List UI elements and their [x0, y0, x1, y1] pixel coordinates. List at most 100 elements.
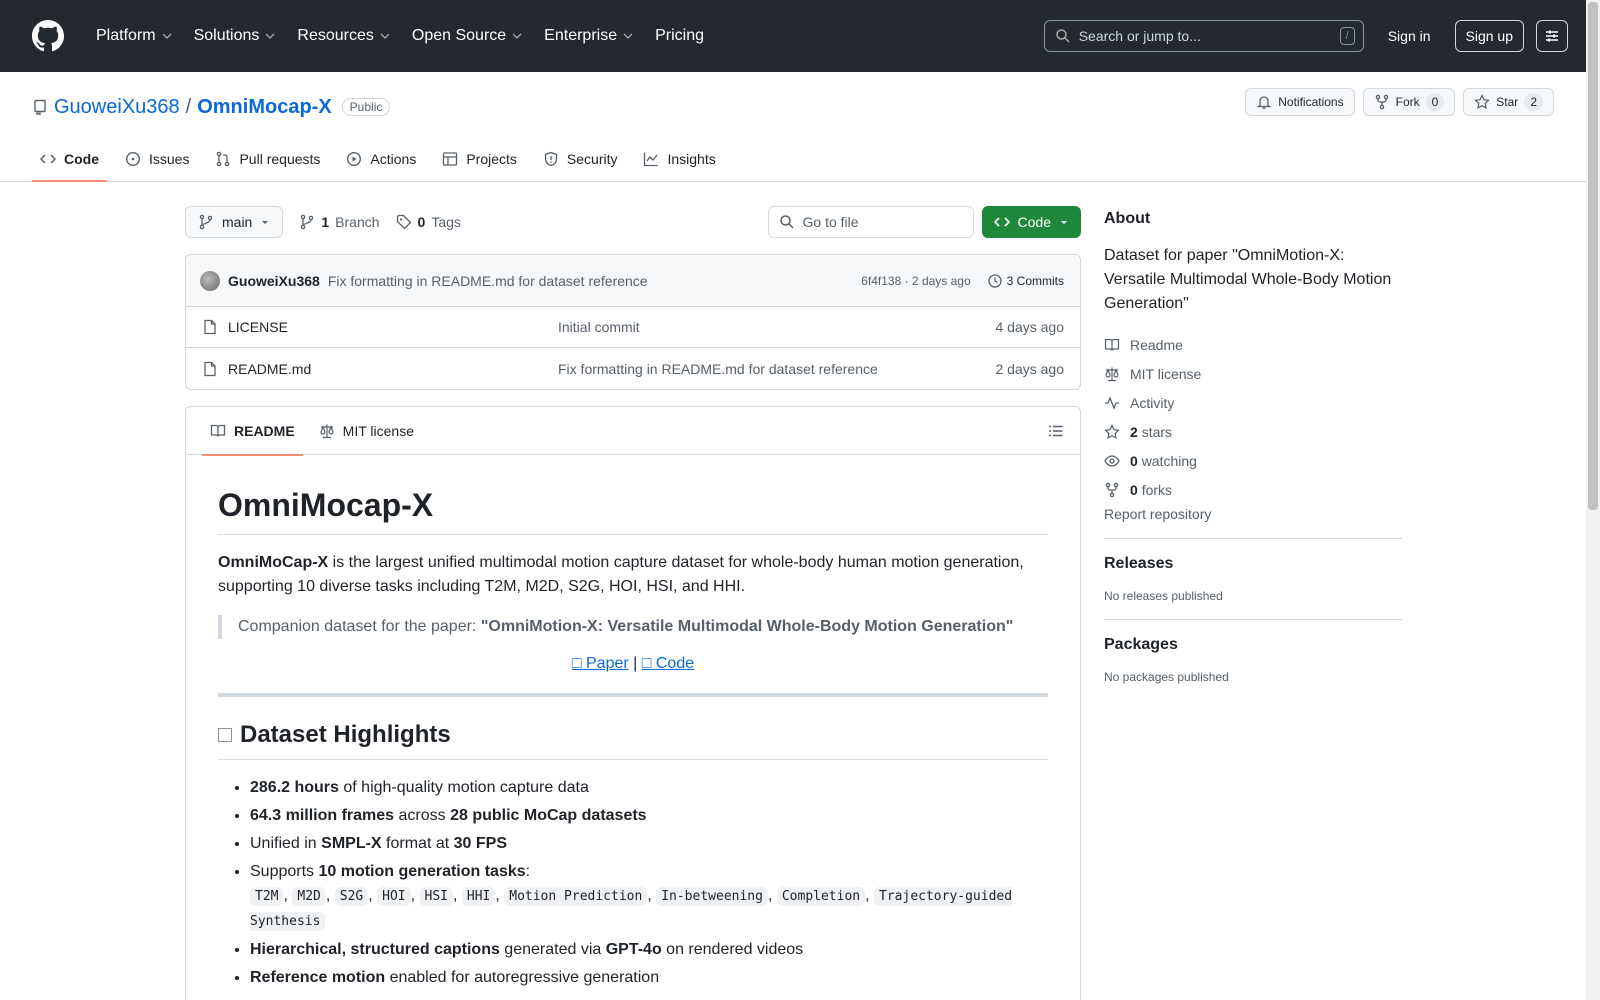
activity-label: Activity	[1130, 394, 1175, 411]
file-icon	[204, 361, 216, 376]
code-button[interactable]: Code	[981, 206, 1081, 238]
law-icon	[1105, 367, 1119, 381]
file-table: GuoweiXu368 Fix formatting in README.md …	[185, 254, 1081, 390]
chevron-down-icon	[512, 33, 522, 39]
readme-panel: README MIT license OmniMocap-X OmniMoCap…	[185, 406, 1081, 1000]
tab-readme[interactable]: README	[202, 407, 303, 456]
tab-issues[interactable]: Issues	[117, 151, 197, 181]
notifications-button[interactable]: Notifications	[1245, 88, 1355, 116]
file-name[interactable]: README.md	[228, 361, 311, 377]
commits-count: 3 Commits	[1006, 273, 1064, 288]
tab-pull-requests[interactable]: Pull requests	[207, 151, 328, 181]
paper-link[interactable]: □ Paper	[572, 655, 629, 672]
report-repository-link[interactable]: Report repository	[1104, 506, 1402, 522]
highlight-text: Supports	[250, 863, 319, 880]
sidebar-forks-link[interactable]: 0 forks	[1104, 475, 1402, 504]
sidebar-watching-link[interactable]: 0 watching	[1104, 446, 1402, 475]
issue-icon	[125, 151, 141, 167]
code-button-label: Code	[1017, 214, 1051, 230]
code-link[interactable]: □ Code	[642, 655, 694, 672]
nav-solutions[interactable]: Solutions	[186, 21, 286, 51]
main-column: main 1 Branch 0 Tags Go to file Code Guo…	[185, 206, 1081, 1000]
forks-text: 0 forks	[1130, 482, 1172, 498]
releases-heading[interactable]: Releases	[1104, 555, 1402, 573]
task-code: Completion	[776, 887, 866, 906]
nav-label: Platform	[96, 27, 156, 44]
commit-message[interactable]: Fix formatting in README.md for dataset …	[328, 273, 648, 289]
sidebar-stars-link[interactable]: 2 stars	[1104, 417, 1402, 446]
tab-security[interactable]: Security	[535, 151, 626, 181]
list-icon[interactable]	[1048, 423, 1064, 439]
eye-icon	[1104, 454, 1120, 467]
tags-link[interactable]: 0 Tags	[396, 214, 461, 230]
task-code: In-betweening	[656, 887, 768, 906]
github-logo-icon[interactable]	[32, 20, 64, 52]
sidebar-license-link[interactable]: MIT license	[1104, 359, 1402, 388]
scrollbar[interactable]	[1586, 0, 1600, 1000]
tab-label: MIT license	[342, 422, 414, 439]
search-input[interactable]: Search or jump to... /	[1043, 20, 1364, 52]
nav-enterprise[interactable]: Enterprise	[536, 21, 643, 51]
star-button[interactable]: Star 2	[1463, 88, 1554, 116]
readme-title: OmniMocap-X	[218, 487, 1048, 535]
repo-header: GuoweiXu368 / OmniMocap-X Public Notific…	[0, 72, 1600, 182]
file-name[interactable]: LICENSE	[228, 319, 288, 335]
sliders-icon	[1546, 30, 1558, 42]
task-code: HHI	[461, 887, 496, 906]
menu-button[interactable]	[1536, 20, 1568, 52]
branches-link[interactable]: 1 Branch	[299, 214, 380, 230]
file-commit-message[interactable]: Fix formatting in README.md for dataset …	[558, 361, 996, 377]
table-row[interactable]: LICENSE Initial commit 4 days ago	[186, 307, 1080, 348]
commit-hash-time[interactable]: 6f4f138 · 2 days ago	[861, 274, 970, 288]
task-code: HOI	[377, 887, 411, 906]
packages-heading[interactable]: Packages	[1104, 636, 1402, 654]
search-icon	[779, 215, 794, 229]
go-to-file-input[interactable]: Go to file	[767, 206, 974, 238]
tab-insights[interactable]: Insights	[635, 151, 723, 181]
highlights-heading: Dataset Highlights	[218, 721, 1048, 760]
stars-label: stars	[1141, 423, 1173, 440]
tab-license[interactable]: MIT license	[311, 407, 422, 455]
sidebar-readme-link[interactable]: Readme	[1104, 330, 1402, 359]
highlight-bold: Hierarchical, structured captions	[250, 941, 500, 958]
commit-author[interactable]: GuoweiXu368	[228, 273, 320, 289]
commits-link[interactable]: 3 Commits	[987, 273, 1064, 289]
sign-in-link[interactable]: Sign in	[1388, 28, 1431, 44]
license-label: MIT license	[1130, 365, 1202, 382]
scrollbar-thumb[interactable]	[1588, 2, 1598, 510]
tag-icon	[396, 214, 411, 230]
nav-resources[interactable]: Resources	[289, 21, 399, 51]
nav-platform[interactable]: Platform	[88, 21, 182, 51]
tab-actions[interactable]: Actions	[338, 151, 424, 181]
table-row[interactable]: README.md Fix formatting in README.md fo…	[186, 348, 1080, 389]
caret-down-icon	[262, 221, 269, 224]
go-to-file-placeholder: Go to file	[802, 214, 859, 230]
tab-projects[interactable]: Projects	[434, 151, 525, 181]
repo-owner-link[interactable]: GuoweiXu368	[54, 96, 180, 119]
fork-icon	[1375, 94, 1388, 110]
repo-name-link[interactable]: OmniMocap-X	[197, 96, 331, 119]
file-commit-message[interactable]: Initial commit	[558, 319, 996, 335]
repo-tabs: Code Issues Pull requests Actions Projec…	[32, 151, 734, 182]
nav-open-source[interactable]: Open Source	[404, 21, 532, 51]
star-icon	[1104, 423, 1120, 439]
sign-up-button[interactable]: Sign up	[1454, 20, 1524, 52]
global-nav: Platform Solutions Resources Open Source…	[88, 21, 714, 51]
law-icon	[320, 424, 334, 438]
about-description: Dataset for paper "OmniMotion-X: Versati…	[1104, 247, 1392, 312]
branch-name: main	[222, 214, 253, 230]
branch-selector[interactable]: main	[185, 206, 284, 238]
file-date: 4 days ago	[995, 319, 1065, 335]
sidebar-activity-link[interactable]: Activity	[1104, 388, 1402, 417]
watching-label: watching	[1141, 452, 1197, 469]
highlight-text: format at	[381, 835, 454, 852]
table-icon	[443, 152, 458, 166]
nav-pricing[interactable]: Pricing	[647, 21, 714, 51]
pulse-icon	[1105, 395, 1119, 410]
avatar[interactable]	[200, 270, 220, 291]
tab-code[interactable]: Code	[32, 151, 107, 182]
fork-button[interactable]: Fork 0	[1362, 88, 1456, 116]
releases-empty: No releases published	[1104, 589, 1223, 603]
packages-empty: No packages published	[1104, 670, 1229, 684]
nav-label: Open Source	[411, 27, 507, 44]
